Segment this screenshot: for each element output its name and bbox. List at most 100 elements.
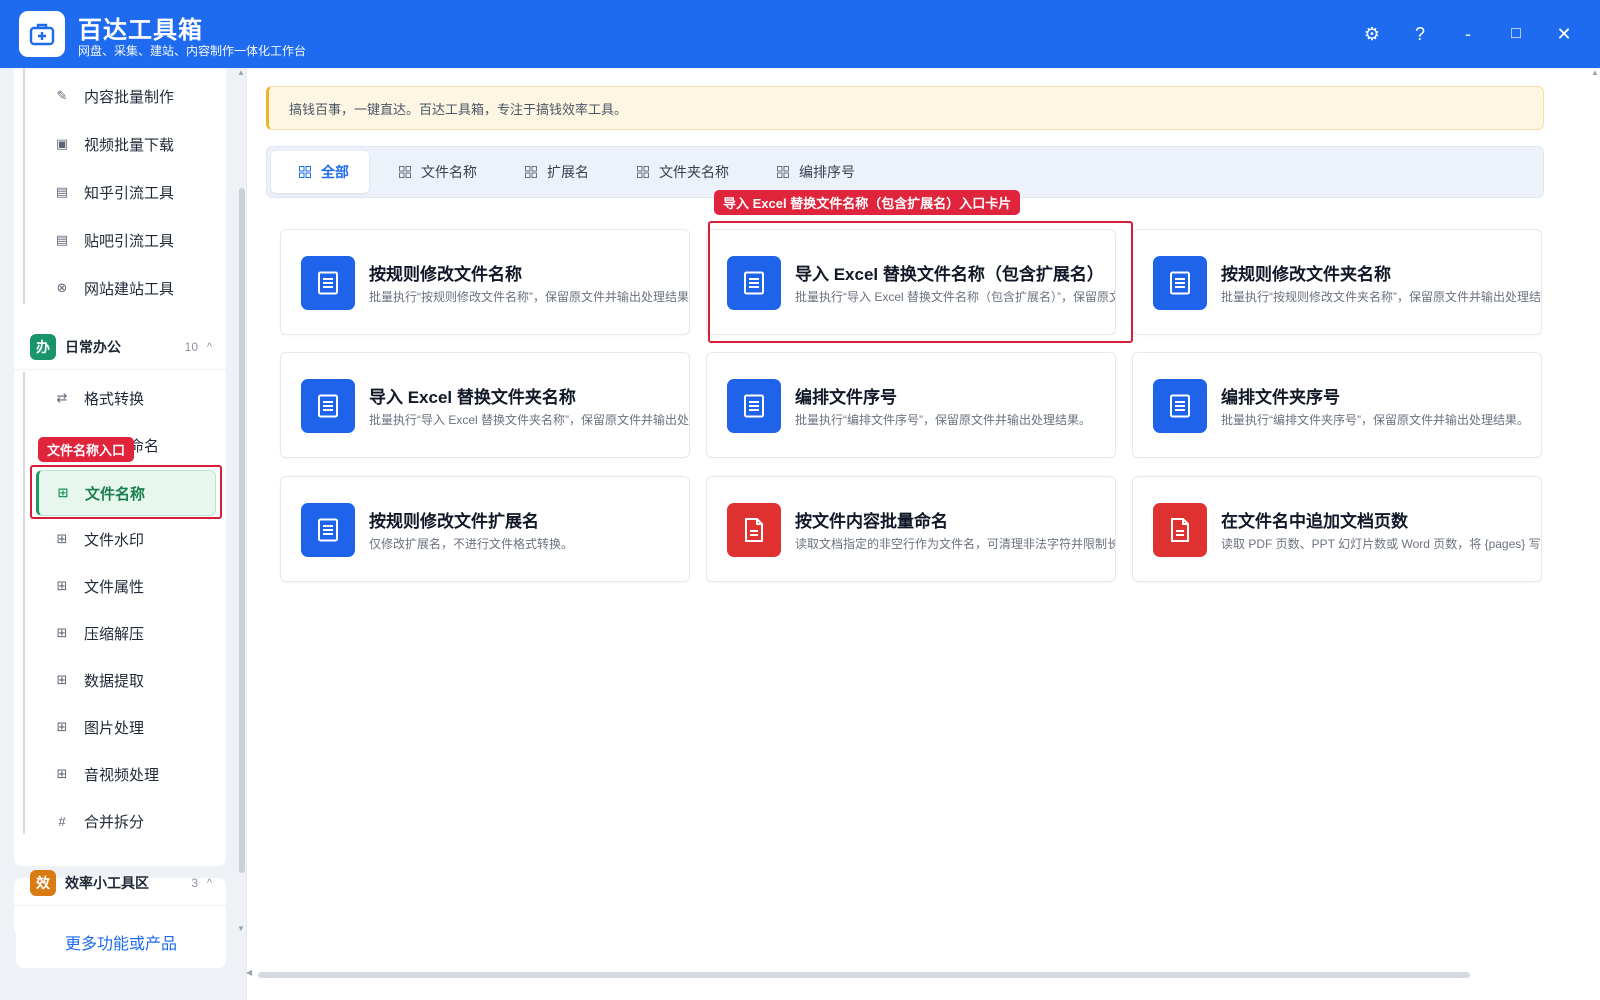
sidebar-item-website[interactable]: ⊗ 网站建站工具 [36,268,220,308]
document-icon [1153,256,1207,310]
tool-card-rule-rename-file[interactable]: 按规则修改文件名称 批量执行“按规则修改文件名称”，保留原文件并输出处理结果。 [280,229,690,335]
tab-label: 扩展名 [547,164,589,180]
card-title: 在文件名中追加文档页数 [1221,512,1408,531]
horizontal-scrollbar[interactable] [258,972,1470,978]
app-logo [19,11,65,57]
sidebar-item-av-process[interactable]: ⊞ 音视频处理 [36,754,220,794]
pencil-icon: ✎ [56,88,68,103]
tab-extension[interactable]: 扩展名 [497,151,589,193]
card-title: 按文件内容批量命名 [795,512,948,531]
sidebar-item-label: 网站建站工具 [84,280,175,298]
sidebar-item-label: 文件水印 [84,531,145,549]
tab-label: 文件夹名称 [659,164,729,180]
sidebar-scrollbar-thumb[interactable] [239,188,245,873]
document-icon [301,256,355,310]
tool-card-append-page-count[interactable]: 在文件名中追加文档页数 读取 PDF 页数、PPT 幻灯片数或 Word 页数，… [1132,476,1542,582]
tab-file-name[interactable]: 文件名称 [371,151,477,193]
group-title: 日常办公 [65,338,121,355]
sidebar-item-label: 知乎引流工具 [84,184,175,202]
sidebar-item-label: 内容批量制作 [84,88,175,106]
close-icon: ✕ [1556,23,1572,44]
close-button[interactable]: ✕ [1550,20,1578,48]
tab-folder-name[interactable]: 文件夹名称 [609,151,729,193]
group-header-efficiency[interactable]: 效 效率小工具区 3 ^ [14,860,226,906]
card-description: 仅修改扩展名，不进行文件格式转换。 [369,537,574,551]
sidebar-item-label: 视频批量下载 [84,136,175,154]
file-text-icon [1153,503,1207,557]
document-icon [1153,379,1207,433]
grid-icon [525,166,537,178]
tool-card-excel-rename-folder[interactable]: 导入 Excel 替换文件夹名称 批量执行“导入 Excel 替换文件夹名称”，… [280,352,690,458]
gear-icon: ⚙ [1363,23,1381,44]
card-description: 批量执行“编排文件序号”，保留原文件并输出处理结果。 [795,413,1091,427]
sidebar-item-file-properties[interactable]: ⊞ 文件属性 [36,566,220,606]
sidebar-item-image-process[interactable]: ⊞ 图片处理 [36,707,220,747]
card-description: 批量执行“编排文件夹序号”，保留原文件并输出处理结果。 [1221,413,1529,427]
sidebar-item-video-download[interactable]: ▣ 视频批量下载 [36,124,220,164]
notice-banner: 搞钱百事，一键直达。百达工具箱，专注于搞钱效率工具。 [266,86,1544,130]
app-subtitle: 网盘、采集、建站、内容制作一体化工作台 [78,44,307,58]
more-features-button[interactable]: 更多功能或产品 [16,916,226,968]
sidebar-item-label: 数据提取 [84,672,145,690]
scroll-down-icon[interactable]: ▼ [237,924,245,933]
tab-sequence[interactable]: 编排序号 [749,151,855,193]
sidebar-callout: 文件名称入口 [38,437,135,462]
tool-card-folder-sequence[interactable]: 编排文件夹序号 批量执行“编排文件夹序号”，保留原文件并输出处理结果。 [1132,352,1542,458]
tool-card-name-by-content[interactable]: 按文件内容批量命名 读取文档指定的非空行作为文件名，可清理非法字符并限制长度； [706,476,1116,582]
tool-card-file-sequence[interactable]: 编排文件序号 批量执行“编排文件序号”，保留原文件并输出处理结果。 [706,352,1116,458]
sidebar: ✎ 内容批量制作 ▣ 视频批量下载 ▤ 知乎引流工具 ▤ 贴吧引流工具 ⊗ 网站… [0,68,246,1000]
maximize-button[interactable]: □ [1502,20,1530,48]
help-button[interactable]: ? [1406,20,1434,48]
sidebar-item-format-convert[interactable]: ⇄ 格式转换 [36,378,220,418]
tool-card-excel-rename-file-ext[interactable]: 导入 Excel 替换文件名称（包含扩展名） 批量执行“导入 Excel 替换文… [706,229,1116,335]
document-icon [301,503,355,557]
scroll-left-icon[interactable]: ◀ [246,968,252,977]
tab-label: 文件名称 [421,164,477,180]
video-icon: ▣ [55,136,69,151]
sidebar-item-compress[interactable]: ⊞ 压缩解压 [36,613,220,653]
sidebar-item-data-extract[interactable]: ⊞ 数据提取 [36,660,220,700]
card-title: 按规则修改文件名称 [369,265,522,284]
grid-icon: ⊞ [56,719,68,734]
scroll-up-icon[interactable]: ▲ [237,68,245,77]
sidebar-item-merge-split[interactable]: # 合并拆分 [36,801,220,841]
sidebar-item-label: 图片处理 [84,719,145,737]
settings-button[interactable]: ⚙ [1358,20,1386,48]
sidebar-item-file-watermark[interactable]: ⊞ 文件水印 [36,519,220,559]
scroll-up-icon[interactable]: ▲ [1591,68,1599,77]
tool-card-rule-rename-folder[interactable]: 按规则修改文件夹名称 批量执行“按规则修改文件夹名称”，保留原文件并输出处理结果… [1132,229,1542,335]
swap-icon: ⇄ [56,390,68,405]
grid-icon: ⊞ [56,531,68,546]
tab-all[interactable]: 全部 [271,151,369,193]
card-description: 批量执行“导入 Excel 替换文件夹名称”，保留原文件并输出处理结果。 [369,413,690,427]
group-count: 3 [191,875,198,890]
file-text-icon [727,503,781,557]
grid-icon: ⊞ [56,672,68,687]
main-content: 搞钱百事，一键直达。百达工具箱，专注于搞钱效率工具。 全部 文件名称 扩展名 文… [246,68,1600,1000]
tieba-icon: ▤ [55,232,69,247]
group-count: 10 [184,339,198,354]
minimize-icon: - [1465,23,1471,44]
help-icon: ? [1414,23,1425,44]
document-icon [727,256,781,310]
sidebar-item-file-name[interactable]: ⊞ 文件名称 [36,470,216,516]
sidebar-item-label: 格式转换 [84,390,145,408]
group-header-daily[interactable]: 办 日常办公 10 ^ [14,324,226,370]
maximize-icon: □ [1511,25,1521,42]
document-icon [301,379,355,433]
sidebar-item-tieba[interactable]: ▤ 贴吧引流工具 [36,220,220,260]
sidebar-item-content-batch[interactable]: ✎ 内容批量制作 [36,76,220,116]
chevron-up-icon: ^ [206,876,212,889]
group-title: 效率小工具区 [65,874,149,891]
card-title: 导入 Excel 替换文件名称（包含扩展名） [795,265,1104,284]
card-description: 读取文档指定的非空行作为文件名，可清理非法字符并限制长度； [795,537,1116,551]
tool-card-rule-change-extension[interactable]: 按规则修改文件扩展名 仅修改扩展名，不进行文件格式转换。 [280,476,690,582]
globe-icon: ⊗ [56,280,68,295]
card-description: 批量执行“按规则修改文件名称”，保留原文件并输出处理结果。 [369,290,690,304]
zhihu-icon: ▤ [55,184,69,199]
grid-icon [299,166,311,178]
grid-icon [399,166,411,178]
grid-icon [637,166,649,178]
minimize-button[interactable]: - [1454,20,1482,48]
sidebar-item-zhihu[interactable]: ▤ 知乎引流工具 [36,172,220,212]
